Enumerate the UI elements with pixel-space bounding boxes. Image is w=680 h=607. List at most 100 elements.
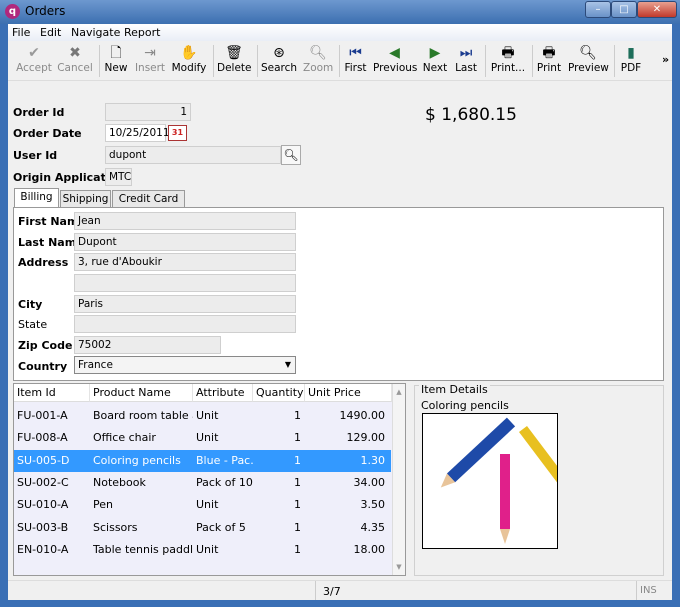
zip-field[interactable]: 75002 [74, 336, 221, 354]
table-row[interactable]: FU-008-A Office chair Unit 1 129.00 [14, 427, 391, 449]
state-field[interactable] [74, 315, 296, 333]
trash-icon: 🗑 [225, 45, 243, 61]
state-label: State [18, 318, 48, 331]
address-label: Address [18, 256, 69, 269]
new-label: New [104, 62, 128, 74]
table-cell: 34.00 [353, 475, 386, 489]
print-dialog-button[interactable]: 🖶 Print... [489, 44, 527, 74]
table-cell: Blue - Pac... [196, 453, 253, 467]
magnifier-icon: 🔍︎ [579, 45, 597, 61]
delete-button[interactable]: 🗑 Delete [217, 44, 252, 74]
record-position: 3/7 [323, 585, 341, 598]
column-header-attribute[interactable]: Attribute [193, 384, 253, 402]
print-button[interactable]: 🖶 Print [536, 44, 562, 74]
table-cell: SU-003-B [17, 520, 69, 534]
toolbar: ✔ Accept ✖ Cancel 🗋 New ⇥ Insert ✋ Modify 🗑 De… [8, 41, 672, 81]
cancel-label: Cancel [57, 62, 93, 74]
table-row[interactable]: SU-010-A Pen Unit 1 3.50 [14, 494, 391, 516]
table-cell: 129.00 [346, 431, 386, 445]
zoom-label: Zoom [303, 62, 334, 74]
table-cell: Board room table an... [93, 409, 193, 422]
preview-label: Preview [568, 62, 609, 74]
item-details-name: Coloring pencils [421, 399, 509, 412]
table-row[interactable]: SU-005-D Coloring pencils Blue - Pac... 1 1.… [14, 449, 391, 472]
origin-field[interactable]: MTC [105, 168, 132, 186]
new-document-icon: 🗋 [110, 45, 122, 61]
city-field[interactable]: Paris [74, 295, 296, 313]
table-cell: EN-010-A [17, 542, 69, 556]
print-label: Print [536, 62, 562, 74]
order-id-label: Order Id [13, 106, 65, 119]
table-row[interactable]: SU-002-C Notebook Pack of 10 1 34.00 [14, 472, 391, 494]
billing-panel: First Name Jean Last Name Dupont Address… [13, 207, 664, 381]
table-cell: FU-008-A [17, 431, 68, 445]
close-button[interactable]: ✕ [637, 1, 677, 18]
country-value: France [78, 359, 113, 371]
binoculars-icon: ⊛ [273, 45, 285, 61]
table-row[interactable]: EN-010-A Table tennis paddles...Unit 1 18.0… [14, 539, 391, 561]
new-button[interactable]: 🗋 New [103, 44, 129, 74]
order-date-field[interactable]: 10/25/2011 [105, 124, 170, 142]
column-header-item-id[interactable]: Item Id [14, 384, 90, 402]
table-cell: 1 [294, 453, 301, 467]
table-cell: 1 [294, 498, 301, 512]
separator [614, 45, 615, 77]
preview-button[interactable]: 🔍︎ Preview [568, 44, 609, 74]
window-title: Orders [25, 4, 66, 18]
table-cell: 4.35 [360, 520, 386, 534]
first-button[interactable]: ⏮ First [343, 44, 368, 74]
last-button[interactable]: ⏭ Last [454, 44, 478, 74]
accept-button[interactable]: ✔ Accept [16, 44, 52, 74]
user-id-field[interactable]: dupont [105, 146, 281, 164]
tab-billing[interactable]: Billing [14, 188, 59, 208]
first-name-field[interactable]: Jean [74, 212, 296, 230]
table-cell: Pen [93, 498, 113, 512]
maximize-button[interactable]: □ [611, 1, 637, 18]
table-row[interactable]: FU-001-A Board room table an...Unit 1 1490.… [14, 405, 391, 427]
zoom-button[interactable]: 🔍︎ Zoom [303, 44, 333, 74]
insert-button[interactable]: ⇥ Insert [134, 44, 166, 74]
table-cell: SU-010-A [17, 498, 69, 512]
previous-button[interactable]: ◀ Previous [373, 44, 418, 74]
vertical-scrollbar[interactable]: ▲ ▼ [392, 384, 405, 575]
modify-button[interactable]: ✋ Modify [171, 44, 207, 74]
printer-icon: 🖶 [501, 45, 515, 61]
last-name-field[interactable]: Dupont [74, 233, 296, 251]
address-line1-field[interactable]: 3, rue d'Aboukir [74, 253, 296, 271]
table-cell: Table tennis paddles... [93, 542, 193, 556]
table-row[interactable]: SU-003-B Scissors Pack of 5 1 4.35 [14, 517, 391, 539]
country-label: Country [18, 360, 68, 373]
search-button[interactable]: ⊛ Search [261, 44, 297, 74]
pdf-label: PDF [620, 62, 642, 74]
window-client: File Edit Navigate Report ✔ Accept ✖ Cance… [8, 24, 672, 600]
scroll-down-icon: ▼ [396, 563, 402, 571]
calendar-icon[interactable]: 31 [168, 125, 187, 141]
next-icon: ▶ [429, 45, 441, 61]
cancel-button[interactable]: ✖ Cancel [57, 44, 93, 74]
menu-report[interactable]: Report [124, 26, 160, 39]
column-header-product-name[interactable]: Product Name [90, 384, 193, 402]
toolbar-overflow-button[interactable]: » [662, 53, 669, 66]
pdf-button[interactable]: ▮ PDF [618, 44, 644, 74]
user-search-button[interactable]: 🔍︎ [281, 145, 301, 165]
menu-edit[interactable]: Edit [40, 26, 61, 39]
menu-navigate[interactable]: Navigate [71, 26, 120, 39]
country-select[interactable]: France ▼ [74, 356, 296, 374]
column-header-unit-price[interactable]: Unit Price [305, 384, 392, 402]
address-line2-field[interactable] [74, 274, 296, 292]
table-cell: Coloring pencils [93, 453, 181, 467]
column-header-quantity[interactable]: Quantity [253, 384, 305, 402]
previous-label: Previous [373, 62, 418, 74]
menu-file[interactable]: File [12, 26, 30, 39]
minimize-button[interactable]: – [585, 1, 611, 18]
pdf-icon: ▮ [627, 45, 635, 61]
modify-label: Modify [171, 62, 207, 74]
order-id-field[interactable]: 1 [105, 103, 191, 121]
table-cell: 1 [294, 475, 301, 489]
next-button[interactable]: ▶ Next [422, 44, 448, 74]
table-cell: 1.30 [360, 453, 386, 467]
insert-icon: ⇥ [144, 45, 156, 61]
tab-shipping[interactable]: Shipping [60, 190, 111, 208]
tab-credit-card[interactable]: Credit Card [112, 190, 185, 208]
separator [99, 45, 100, 77]
